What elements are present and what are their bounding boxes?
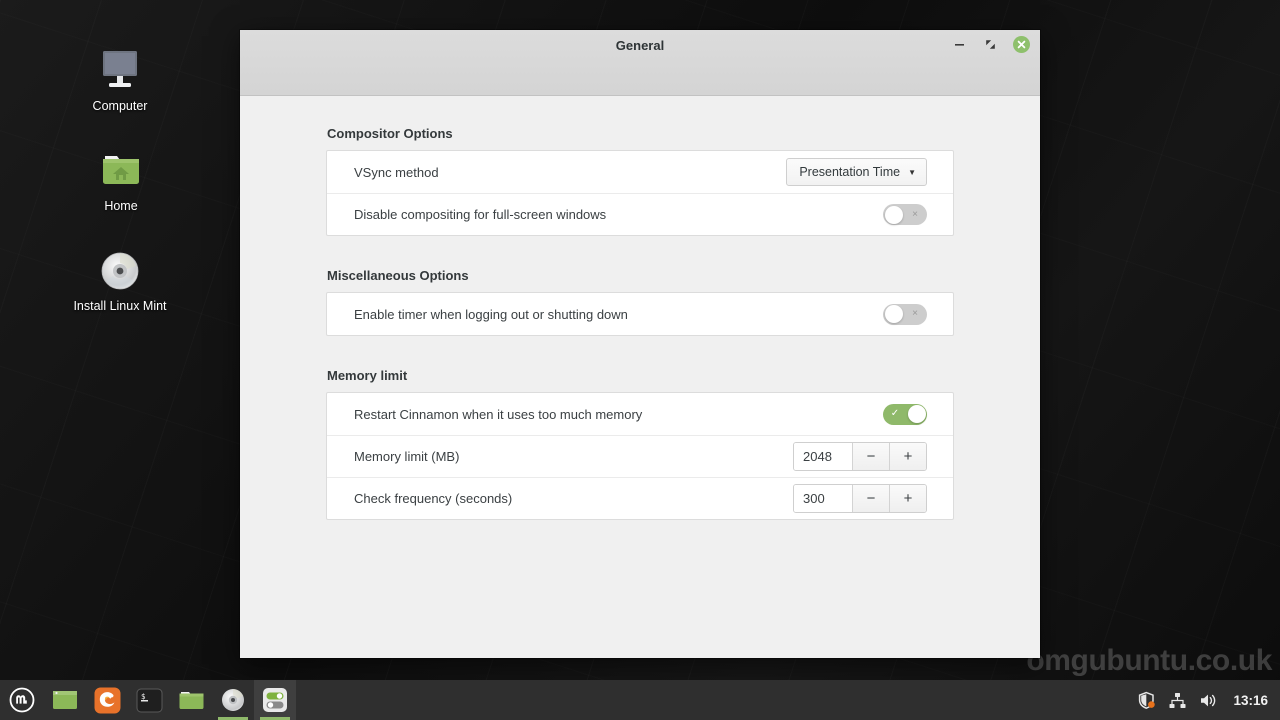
svg-text:$: $ [141,692,146,701]
taskbar-launchers: $ [44,680,296,720]
toggle-knob [884,205,903,224]
row-label: Enable timer when logging out or shuttin… [354,306,628,322]
toggle-knob [907,405,926,423]
optical-disc-icon [65,242,175,294]
row-label: VSync method [354,164,439,180]
enable-timer-toggle[interactable]: × [883,303,927,325]
desktop-icon-computer[interactable]: Computer [65,42,175,114]
row-check-frequency: Check frequency (seconds) 300 − + [327,477,953,519]
mint-menu-icon[interactable] [0,680,44,720]
memory-limit-input[interactable]: 2048 [794,443,852,470]
launcher-show-desktop[interactable] [44,680,86,720]
launcher-firefox[interactable] [86,680,128,720]
desktop-icon-home[interactable]: Home [66,142,176,214]
toggle-off-mark-icon: × [912,208,918,220]
section-heading-memory-limit: Memory limit [327,368,408,383]
launcher-system-settings[interactable] [254,680,296,720]
terminal-icon: $ [136,688,162,712]
settings-content: Compositor Options VSync method Presenta… [240,96,1040,658]
general-settings-window[interactable]: General Compositor Options VSync method … [240,30,1040,658]
desktop-icon-label: Computer [92,99,148,113]
row-disable-compositing: Disable compositing for full-screen wind… [327,193,953,235]
disable-compositing-toggle[interactable]: × [883,204,927,225]
check-frequency-stepper[interactable]: 300 − + [793,484,927,513]
row-memory-limit: Memory limit (MB) 2048 − + [327,435,953,477]
firefox-icon [94,687,120,713]
settings-panel-compositor: VSync method Presentation Time ▼ Disable… [326,150,954,236]
toggle-knob [884,305,903,323]
desktop-icon-label: Install Linux Mint [73,299,167,313]
section-heading-compositor: Compositor Options [327,126,453,141]
toggle-on-check-icon: ✓ [890,408,900,419]
vsync-method-dropdown[interactable]: Presentation Time ▼ [786,158,927,186]
restart-cinnamon-toggle[interactable]: ✓ [883,403,927,425]
desktop-icon-install-linux-mint[interactable]: Install Linux Mint [65,242,175,314]
minimize-icon[interactable] [951,36,968,53]
computer-monitor-icon [65,42,175,94]
memory-limit-increment-button[interactable]: + [889,443,926,470]
maximize-icon[interactable] [982,36,999,53]
chevron-down-icon: ▼ [908,167,916,177]
desktop[interactable]: Computer Home Install Linux Mint omgubun… [0,0,1280,720]
dropdown-value: Presentation Time [799,165,901,179]
show-desktop-icon [53,691,77,709]
window-titlebar[interactable]: General [240,30,1040,96]
close-icon[interactable] [1013,36,1030,53]
row-label: Restart Cinnamon when it uses too much m… [354,406,643,422]
clock[interactable]: 13:16 [1229,693,1270,708]
launcher-files[interactable] [170,680,212,720]
settings-panel-miscellaneous: Enable timer when logging out or shuttin… [326,292,954,336]
system-tray: 13:16 [1136,690,1280,710]
page-title: General [615,38,665,53]
optical-disc-icon [222,689,244,711]
check-frequency-input[interactable]: 300 [794,485,852,512]
row-label: Disable compositing for full-screen wind… [354,207,607,222]
memory-limit-stepper[interactable]: 2048 − + [793,442,927,471]
toggle-off-mark-icon: × [912,308,918,319]
taskbar-panel: $ 13:16 [0,680,1280,720]
check-frequency-increment-button[interactable]: + [889,485,926,512]
window-controls [951,36,1030,53]
row-enable-timer: Enable timer when logging out or shuttin… [327,293,953,335]
settings-panel-memory-limit: Restart Cinnamon when it uses too much m… [326,392,954,520]
files-icon [179,692,203,709]
desktop-icon-label: Home [104,199,138,213]
system-settings-icon [263,688,287,712]
row-label: Memory limit (MB) [354,449,460,464]
network-icon[interactable] [1167,690,1187,710]
update-manager-shield-icon[interactable] [1136,690,1156,710]
row-vsync-method: VSync method Presentation Time ▼ [327,151,953,193]
row-label: Check frequency (seconds) [354,491,513,506]
launcher-optical-disc[interactable] [212,680,254,720]
row-restart-cinnamon: Restart Cinnamon when it uses too much m… [327,393,953,435]
check-frequency-decrement-button[interactable]: − [852,485,889,512]
volume-icon[interactable] [1198,690,1218,710]
memory-limit-decrement-button[interactable]: − [852,443,889,470]
watermark: omgubuntu.co.uk [1026,644,1272,677]
section-heading-miscellaneous: Miscellaneous Options [327,268,469,283]
home-folder-icon [66,142,176,194]
launcher-terminal[interactable]: $ [128,680,170,720]
